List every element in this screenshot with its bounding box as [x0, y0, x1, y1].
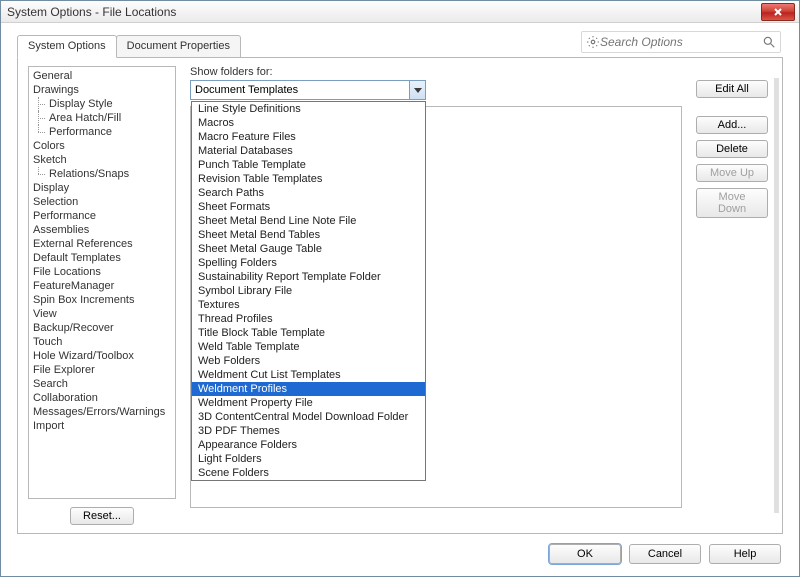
category-item[interactable]: Selection: [31, 195, 173, 209]
category-item[interactable]: View: [31, 307, 173, 321]
window-title: System Options - File Locations: [7, 5, 176, 19]
dropdown-item[interactable]: Weldment Profiles: [192, 382, 425, 396]
category-item[interactable]: Display: [31, 181, 173, 195]
left-column: GeneralDrawingsDisplay StyleArea Hatch/F…: [28, 66, 176, 525]
move-up-button[interactable]: Move Up: [696, 164, 768, 182]
dropdown-item[interactable]: Weldment Cut List Templates: [192, 368, 425, 382]
right-button-column: Edit All Add... Delete Move Up Move Down: [682, 66, 772, 525]
show-folders-label: Show folders for:: [190, 66, 682, 78]
dropdown-item[interactable]: Macro Feature Files: [192, 130, 425, 144]
category-item[interactable]: Collaboration: [31, 391, 173, 405]
dropdown-item[interactable]: Punch Table Template: [192, 158, 425, 172]
cancel-button[interactable]: Cancel: [629, 544, 701, 564]
dropdown-item[interactable]: Scene Folders: [192, 466, 425, 480]
dialog-content: System Options Document Properties Gener…: [1, 23, 799, 576]
search-input[interactable]: [600, 35, 762, 49]
category-item[interactable]: Messages/Errors/Warnings: [31, 405, 173, 419]
dropdown-item[interactable]: Sheet Metal Gauge Table: [192, 242, 425, 256]
category-item[interactable]: File Locations: [31, 265, 173, 279]
dropdown-item[interactable]: Line Style Definitions: [192, 102, 425, 116]
category-item[interactable]: Display Style: [31, 97, 173, 111]
titlebar: System Options - File Locations: [1, 1, 799, 23]
system-options-dialog: System Options - File Locations System O…: [0, 0, 800, 577]
dropdown-item[interactable]: Light Folders: [192, 452, 425, 466]
move-down-button[interactable]: Move Down: [696, 188, 768, 218]
dropdown-item[interactable]: Search Paths: [192, 186, 425, 200]
category-item[interactable]: Relations/Snaps: [31, 167, 173, 181]
category-item[interactable]: Colors: [31, 139, 173, 153]
middle-column: Show folders for: Document Templates Lin…: [176, 66, 682, 525]
dropdown-item[interactable]: Weldment Property File: [192, 396, 425, 410]
tab-system-options[interactable]: System Options: [17, 35, 117, 58]
category-item[interactable]: File Explorer: [31, 363, 173, 377]
category-list[interactable]: GeneralDrawingsDisplay StyleArea Hatch/F…: [28, 66, 176, 499]
category-item[interactable]: Search: [31, 377, 173, 391]
category-item[interactable]: FeatureManager: [31, 279, 173, 293]
help-button[interactable]: Help: [709, 544, 781, 564]
category-item[interactable]: Area Hatch/Fill: [31, 111, 173, 125]
category-item[interactable]: Hole Wizard/Toolbox: [31, 349, 173, 363]
dropdown-item[interactable]: Sustainability Report Template Folder: [192, 270, 425, 284]
ok-button[interactable]: OK: [549, 544, 621, 564]
dropdown-item[interactable]: Macros: [192, 116, 425, 130]
category-item[interactable]: Backup/Recover: [31, 321, 173, 335]
body-row: GeneralDrawingsDisplay StyleArea Hatch/F…: [17, 57, 783, 534]
dropdown-item[interactable]: Material Databases: [192, 144, 425, 158]
header-row: System Options Document Properties: [1, 23, 799, 57]
tab-strip: System Options Document Properties: [17, 35, 240, 57]
combo-selected-text: Document Templates: [191, 84, 409, 96]
combo-dropdown-list[interactable]: Line Style DefinitionsMacrosMacro Featur…: [191, 101, 426, 481]
dropdown-item[interactable]: Sheet Metal Bend Line Note File: [192, 214, 425, 228]
category-item[interactable]: Drawings: [31, 83, 173, 97]
gear-icon: [586, 35, 600, 49]
add-button[interactable]: Add...: [696, 116, 768, 134]
category-item[interactable]: Sketch: [31, 153, 173, 167]
tab-document-properties[interactable]: Document Properties: [116, 35, 241, 57]
category-item[interactable]: Spin Box Increments: [31, 293, 173, 307]
dropdown-item[interactable]: Revision Table Templates: [192, 172, 425, 186]
category-item[interactable]: Touch: [31, 335, 173, 349]
category-item[interactable]: Performance: [31, 125, 173, 139]
combo-dropdown-button[interactable]: [409, 81, 425, 99]
category-item[interactable]: External References: [31, 237, 173, 251]
category-item[interactable]: General: [31, 69, 173, 83]
dropdown-item[interactable]: Thread Profiles: [192, 312, 425, 326]
reset-button[interactable]: Reset...: [70, 507, 134, 525]
dropdown-item[interactable]: Weld Table Template: [192, 340, 425, 354]
footer-buttons: OK Cancel Help: [1, 534, 799, 576]
category-item[interactable]: Assemblies: [31, 223, 173, 237]
dropdown-item[interactable]: Sheet Formats: [192, 200, 425, 214]
edit-all-button[interactable]: Edit All: [696, 80, 768, 98]
search-options-field[interactable]: [581, 31, 781, 53]
right-scroll-strip[interactable]: [774, 78, 779, 513]
show-folders-combo[interactable]: Document Templates Line Style Definition…: [190, 80, 426, 100]
dropdown-item[interactable]: Title Block Table Template: [192, 326, 425, 340]
category-item[interactable]: Performance: [31, 209, 173, 223]
dropdown-item[interactable]: Spelling Folders: [192, 256, 425, 270]
dropdown-item[interactable]: Web Folders: [192, 354, 425, 368]
close-button[interactable]: [761, 3, 795, 21]
dropdown-item[interactable]: Textures: [192, 298, 425, 312]
dropdown-item[interactable]: Symbol Library File: [192, 284, 425, 298]
search-icon: [762, 35, 776, 49]
dropdown-item[interactable]: 3D PDF Themes: [192, 424, 425, 438]
delete-button[interactable]: Delete: [696, 140, 768, 158]
dropdown-item[interactable]: 3D ContentCentral Model Download Folder: [192, 410, 425, 424]
dropdown-item[interactable]: Sheet Metal Bend Tables: [192, 228, 425, 242]
category-item[interactable]: Default Templates: [31, 251, 173, 265]
dropdown-item[interactable]: Appearance Folders: [192, 438, 425, 452]
category-item[interactable]: Import: [31, 419, 173, 433]
